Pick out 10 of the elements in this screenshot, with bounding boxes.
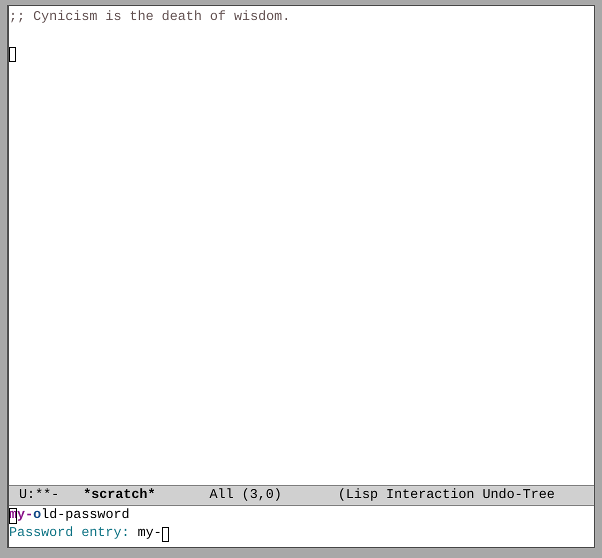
password-prompt: Password entry: bbox=[9, 525, 130, 543]
major-mode: (Lisp Interaction Undo-Tree bbox=[338, 488, 555, 503]
text-cursor bbox=[162, 526, 169, 542]
password-input[interactable]: my- bbox=[130, 525, 162, 543]
buffer-name: *scratch* bbox=[83, 488, 156, 503]
text-buffer[interactable]: ;; Cynicism is the death of wisdom. bbox=[9, 6, 594, 485]
comment-text: ;; Cynicism is the death of wisdom. bbox=[9, 9, 290, 27]
text-cursor bbox=[9, 46, 16, 62]
modified-status: U:**- bbox=[19, 488, 60, 503]
cursor-position: All (3,0) bbox=[210, 488, 282, 503]
